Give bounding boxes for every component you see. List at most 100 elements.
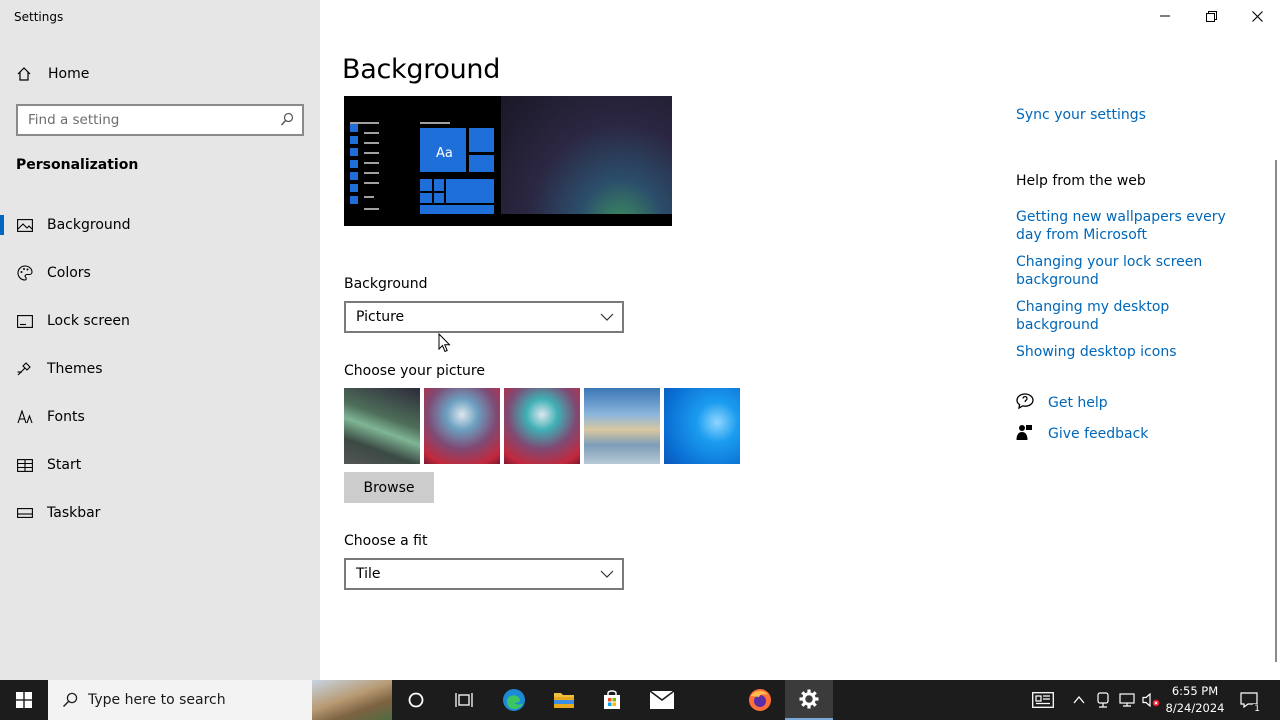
store-icon xyxy=(604,690,620,709)
notification-count-badge: 1 xyxy=(1253,704,1261,714)
window-caption-buttons xyxy=(1142,0,1280,32)
cortana-icon xyxy=(408,692,424,708)
mail-icon xyxy=(650,691,674,709)
sidebar-nav: Background Colors Lock screen Themes Fon… xyxy=(0,201,320,537)
help-link-wallpapers[interactable]: Getting new wallpapers every day from Mi… xyxy=(1016,208,1246,244)
start-button[interactable] xyxy=(0,680,48,720)
picture-thumbnails xyxy=(344,388,740,464)
search-icon xyxy=(280,112,294,126)
task-view-icon xyxy=(455,693,473,707)
fonts-icon xyxy=(16,408,34,426)
give-feedback-link[interactable]: Give feedback xyxy=(1048,425,1148,443)
picture-thumbnail-beach[interactable] xyxy=(584,388,660,464)
help-link-desktop-background[interactable]: Changing my desktop background xyxy=(1016,298,1246,334)
sidebar-item-colors[interactable]: Colors xyxy=(0,249,320,297)
chevron-down-icon xyxy=(600,313,614,321)
home-nav-item[interactable]: Home xyxy=(16,64,89,84)
browse-button[interactable]: Browse xyxy=(344,472,434,503)
sidebar-item-background[interactable]: Background xyxy=(0,201,320,249)
help-from-web-heading: Help from the web xyxy=(1016,173,1146,189)
cortana-button[interactable] xyxy=(392,680,440,720)
scrollbar[interactable] xyxy=(1275,160,1277,662)
minimize-icon xyxy=(1160,15,1170,17)
action-center-button[interactable]: 1 xyxy=(1236,680,1262,720)
close-icon xyxy=(1251,10,1263,22)
fit-dropdown-value: Tile xyxy=(356,566,381,582)
news-widget-button[interactable] xyxy=(1028,680,1058,720)
file-explorer-button[interactable] xyxy=(540,680,588,720)
network-button[interactable] xyxy=(1116,680,1138,720)
picture-thumbnail-windows[interactable] xyxy=(664,388,740,464)
show-hidden-icons-button[interactable] xyxy=(1068,680,1090,720)
settings-button[interactable] xyxy=(785,680,833,720)
home-label: Home xyxy=(48,66,90,82)
palette-icon xyxy=(16,264,34,282)
mail-button[interactable] xyxy=(638,680,686,720)
chevron-down-icon xyxy=(600,570,614,578)
meet-now-button[interactable] xyxy=(1092,680,1114,720)
fit-dropdown[interactable]: Tile xyxy=(344,558,624,590)
edge-button[interactable] xyxy=(490,680,538,720)
taskbar-icon xyxy=(16,504,34,522)
news-icon xyxy=(1032,692,1054,708)
clock-date: 8/24/2024 xyxy=(1165,701,1225,715)
preview-taskbar xyxy=(344,214,672,226)
clock-time: 6:55 PM xyxy=(1171,684,1219,698)
background-preview: Aa xyxy=(344,96,672,226)
picture-icon xyxy=(16,216,34,234)
taskbar-search-box[interactable]: Type here to search xyxy=(48,680,392,720)
gear-icon xyxy=(799,689,819,709)
preview-start-menu: Aa xyxy=(344,96,501,214)
sidebar: Settings Home Find a setting Personaliza… xyxy=(0,0,320,680)
sidebar-item-label: Fonts xyxy=(47,409,85,425)
network-icon xyxy=(1119,693,1135,707)
themes-icon xyxy=(16,360,34,378)
mouse-cursor-icon xyxy=(438,333,451,353)
start-icon xyxy=(16,456,34,474)
sidebar-item-taskbar[interactable]: Taskbar xyxy=(0,489,320,537)
help-links: Getting new wallpapers every day from Mi… xyxy=(1016,208,1246,370)
close-button[interactable] xyxy=(1234,0,1280,32)
section-title: Personalization xyxy=(16,157,139,173)
minimize-button[interactable] xyxy=(1142,0,1188,32)
sidebar-item-themes[interactable]: Themes xyxy=(0,345,320,393)
get-help-item[interactable]: Get help xyxy=(1016,393,1108,413)
sidebar-item-label: Start xyxy=(47,457,82,473)
firefox-button[interactable] xyxy=(736,680,784,720)
chevron-up-icon xyxy=(1073,696,1085,704)
find-setting-placeholder: Find a setting xyxy=(28,112,120,128)
meet-now-icon xyxy=(1097,692,1109,708)
help-link-lock-screen[interactable]: Changing your lock screen background xyxy=(1016,253,1246,289)
app-title: Settings xyxy=(14,10,64,24)
get-help-link[interactable]: Get help xyxy=(1048,394,1108,412)
sync-settings-link[interactable]: Sync your settings xyxy=(1016,106,1146,124)
sidebar-item-start[interactable]: Start xyxy=(0,441,320,489)
search-highlight-image xyxy=(312,680,392,720)
sidebar-item-lock-screen[interactable]: Lock screen xyxy=(0,297,320,345)
restore-button[interactable] xyxy=(1188,0,1234,32)
task-view-button[interactable] xyxy=(440,680,488,720)
settings-window: Settings Home Find a setting Personaliza… xyxy=(0,0,1280,680)
feedback-icon xyxy=(1016,424,1034,444)
restore-icon xyxy=(1205,10,1217,22)
picture-thumbnail-room-2[interactable] xyxy=(504,388,580,464)
give-feedback-item[interactable]: Give feedback xyxy=(1016,424,1148,444)
preview-wallpaper xyxy=(501,96,672,214)
sidebar-item-label: Themes xyxy=(47,361,103,377)
fit-label: Choose a fit xyxy=(344,533,428,549)
lock-screen-icon xyxy=(16,312,34,330)
search-icon xyxy=(62,692,78,708)
taskbar-clock[interactable]: 6:55 PM 8/24/2024 xyxy=(1160,683,1230,717)
sidebar-item-fonts[interactable]: Fonts xyxy=(0,393,320,441)
find-setting-input[interactable]: Find a setting xyxy=(16,104,304,136)
background-dropdown-value: Picture xyxy=(356,309,405,325)
volume-button[interactable] xyxy=(1140,680,1162,720)
microsoft-store-button[interactable] xyxy=(588,680,636,720)
background-dropdown[interactable]: Picture xyxy=(344,301,624,333)
picture-thumbnail-room[interactable] xyxy=(424,388,500,464)
help-link-desktop-icons[interactable]: Showing desktop icons xyxy=(1016,343,1246,361)
edge-icon xyxy=(503,689,525,711)
picture-thumbnail-aurora[interactable] xyxy=(344,388,420,464)
firefox-icon xyxy=(749,689,771,711)
taskbar-search-placeholder: Type here to search xyxy=(88,692,226,708)
